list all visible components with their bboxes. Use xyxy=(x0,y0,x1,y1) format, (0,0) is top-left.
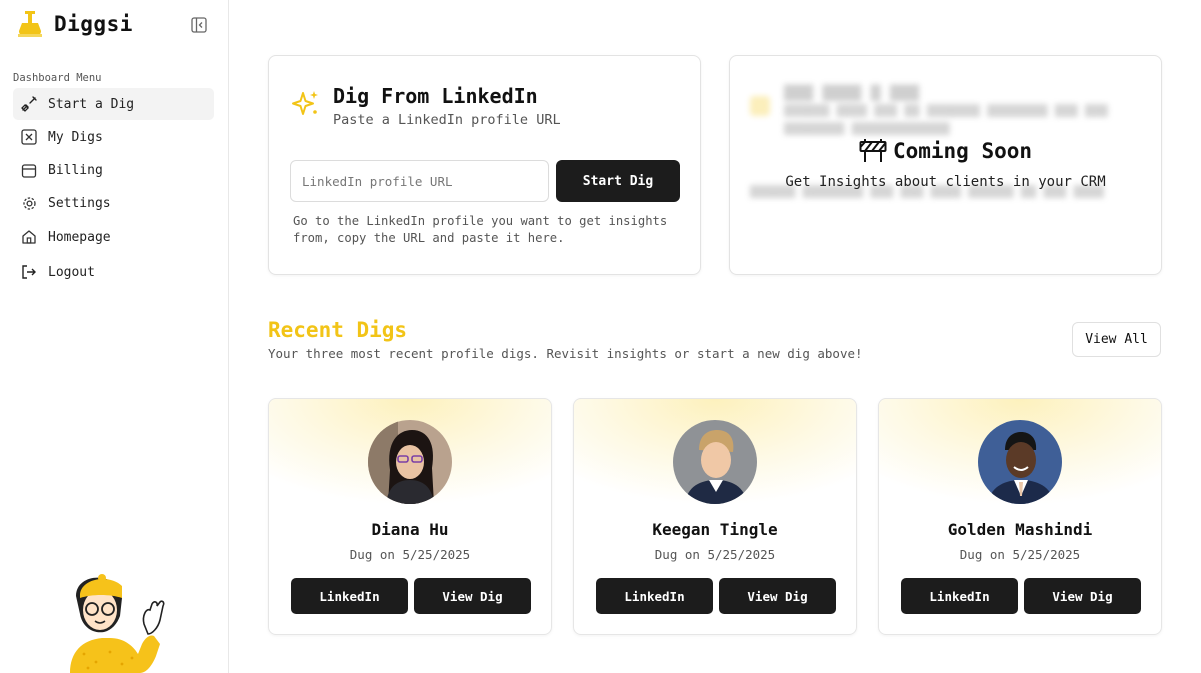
sidebar: Diggsi Dashboard Menu Start a Dig My Dig… xyxy=(0,0,229,673)
linkedin-button[interactable]: LinkedIn xyxy=(596,578,713,614)
view-dig-button[interactable]: View Dig xyxy=(1024,578,1141,614)
coming-soon-subtitle: Get Insights about clients in your CRM xyxy=(785,174,1106,190)
card-subtitle: Paste a LinkedIn profile URL xyxy=(333,112,561,128)
coming-soon-heading: Coming Soon xyxy=(730,138,1161,164)
view-all-button[interactable]: View All xyxy=(1072,322,1161,357)
avatar xyxy=(368,420,452,504)
linkedin-button[interactable]: LinkedIn xyxy=(901,578,1018,614)
dig-date: Dug on 5/25/2025 xyxy=(349,547,471,562)
view-dig-button[interactable]: View Dig xyxy=(414,578,531,614)
dig-date: Dug on 5/25/2025 xyxy=(654,547,776,562)
shovel-logo-icon xyxy=(18,11,42,37)
recent-dig-card: Keegan Tingle Dug on 5/25/2025 LinkedIn … xyxy=(573,398,857,635)
blurred-placeholder: ▇▇▇ ▇▇▇▇ ▇ ▇▇▇ ▇▇▇▇▇▇ ▇▇▇▇ ▇▇▇ ▇▇ ▇▇▇▇▇▇… xyxy=(750,82,1108,198)
sidebar-item-my-digs[interactable]: My Digs xyxy=(13,121,214,153)
sidebar-item-start-a-dig[interactable]: Start a Dig xyxy=(13,88,214,120)
sidebar-item-label: My Digs xyxy=(48,129,103,145)
collapse-sidebar-icon[interactable] xyxy=(191,17,207,33)
view-dig-button[interactable]: View Dig xyxy=(719,578,836,614)
x-square-icon xyxy=(20,128,38,146)
recent-dig-card: Golden Mashindi Dug on 5/25/2025 LinkedI… xyxy=(878,398,1162,635)
help-text: Go to the LinkedIn profile you want to g… xyxy=(293,214,668,245)
brand[interactable]: Diggsi xyxy=(16,9,133,39)
sidebar-item-label: Logout xyxy=(48,264,95,280)
avatar xyxy=(978,420,1062,504)
recent-digs-title: Recent Digs xyxy=(268,318,408,342)
linkedin-url-input[interactable] xyxy=(290,160,549,202)
recent-dig-card: Diana Hu Dug on 5/25/2025 LinkedIn View … xyxy=(268,398,552,635)
sidebar-item-label: Settings xyxy=(48,196,111,212)
sidebar-item-homepage[interactable]: Homepage xyxy=(13,221,214,253)
sidebar-item-label: Homepage xyxy=(48,229,111,245)
avatar xyxy=(673,420,757,504)
logout-icon xyxy=(20,263,38,281)
sidebar-item-label: Start a Dig xyxy=(48,96,135,112)
card-title: Dig From LinkedIn xyxy=(333,84,538,108)
linkedin-button[interactable]: LinkedIn xyxy=(291,578,408,614)
construction-barrier-icon xyxy=(859,139,887,162)
sidebar-item-billing[interactable]: Billing xyxy=(13,155,214,187)
wallet-icon xyxy=(20,162,38,180)
sparkles-icon xyxy=(292,91,318,115)
sidebar-item-logout[interactable]: Logout xyxy=(13,256,214,288)
brand-name: Diggsi xyxy=(54,12,133,36)
coming-soon-title: Coming Soon xyxy=(892,139,1033,163)
home-icon xyxy=(20,228,38,246)
sidebar-menu: Start a Dig My Digs Billing Settings Hom… xyxy=(13,88,214,289)
gear-icon xyxy=(20,195,38,213)
dig-person-name: Golden Mashindi xyxy=(947,520,1093,539)
dig-from-linkedin-card: Dig From LinkedIn Paste a LinkedIn profi… xyxy=(268,55,701,275)
recent-digs-subtitle: Your three most recent profile digs. Rev… xyxy=(268,346,863,361)
menu-caption: Dashboard Menu xyxy=(13,72,102,84)
dig-from-crm-card: ▇▇▇ ▇▇▇▇ ▇ ▇▇▇ ▇▇▇▇▇▇ ▇▇▇▇ ▇▇▇ ▇▇ ▇▇▇▇▇▇… xyxy=(729,55,1162,275)
dig-person-name: Diana Hu xyxy=(371,520,449,539)
shovel-icon xyxy=(20,95,38,113)
sidebar-item-label: Billing xyxy=(48,163,103,179)
start-dig-button[interactable]: Start Dig xyxy=(556,160,680,202)
dig-person-name: Keegan Tingle xyxy=(652,520,778,539)
sidebar-item-settings[interactable]: Settings xyxy=(13,188,214,220)
waving-mascot-illustration xyxy=(70,574,165,673)
dig-date: Dug on 5/25/2025 xyxy=(959,547,1081,562)
